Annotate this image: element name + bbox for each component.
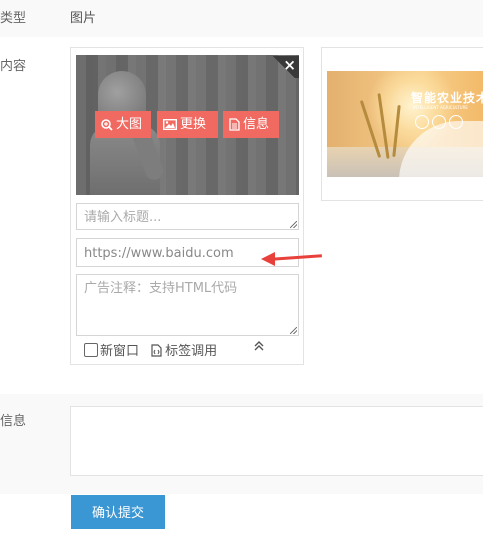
checkbox-box[interactable] bbox=[84, 343, 98, 357]
zoom-button[interactable]: 大图 bbox=[95, 111, 151, 138]
note-textarea-placeholder: 广告注释：支持HTML代码 bbox=[84, 281, 238, 296]
ad-badge bbox=[415, 115, 429, 129]
image-options-toolbar: 新窗口 标签调用 bbox=[84, 340, 217, 359]
ad-badges bbox=[415, 115, 466, 133]
content-label: 内容 bbox=[0, 59, 27, 74]
info-button-label: 信息 bbox=[243, 117, 270, 132]
note-textarea[interactable]: 广告注释：支持HTML代码 bbox=[76, 274, 299, 336]
type-label: 类型 bbox=[0, 11, 27, 26]
ad-badge bbox=[432, 115, 446, 129]
title-input[interactable]: 请输入标题... bbox=[76, 203, 299, 230]
ad-badge bbox=[449, 115, 463, 129]
collapse-button[interactable] bbox=[254, 340, 264, 354]
url-input-value: https://www.baidu.com bbox=[84, 246, 234, 261]
ad-title: 智能农业技术 bbox=[411, 91, 483, 105]
double-chevron-up-icon bbox=[254, 341, 264, 351]
tag-call-link[interactable]: 标签调用 bbox=[151, 344, 217, 359]
close-icon: × bbox=[283, 56, 296, 74]
new-window-checkbox[interactable]: 新窗口 bbox=[84, 343, 140, 359]
remove-image-button[interactable]: × bbox=[268, 56, 299, 78]
type-value: 图片 bbox=[70, 11, 97, 26]
document-icon bbox=[229, 118, 240, 131]
zoom-button-label: 大图 bbox=[116, 117, 143, 132]
submit-button[interactable]: 确认提交 bbox=[71, 495, 165, 529]
ad-subtitle: INTELLIGENT AGRICULTURE bbox=[413, 105, 468, 110]
info-textarea[interactable] bbox=[70, 406, 483, 476]
image-icon bbox=[163, 119, 177, 130]
replace-button-label: 更换 bbox=[180, 117, 207, 132]
new-window-label: 新窗口 bbox=[100, 344, 140, 359]
zoom-icon bbox=[101, 118, 113, 131]
annotation-arrow-head bbox=[261, 252, 275, 266]
tag-call-label: 标签调用 bbox=[165, 344, 218, 359]
title-input-placeholder: 请输入标题... bbox=[84, 210, 162, 225]
resize-handle[interactable] bbox=[290, 221, 297, 228]
resize-handle[interactable] bbox=[290, 327, 297, 334]
code-file-icon bbox=[151, 344, 162, 357]
replace-button[interactable]: 更换 bbox=[157, 111, 218, 138]
info-label: 信息 bbox=[0, 414, 27, 429]
info-button[interactable]: 信息 bbox=[223, 111, 279, 138]
ad-preview-image[interactable]: 智能农业技术 INTELLIGENT AGRICULTURE bbox=[327, 71, 483, 177]
